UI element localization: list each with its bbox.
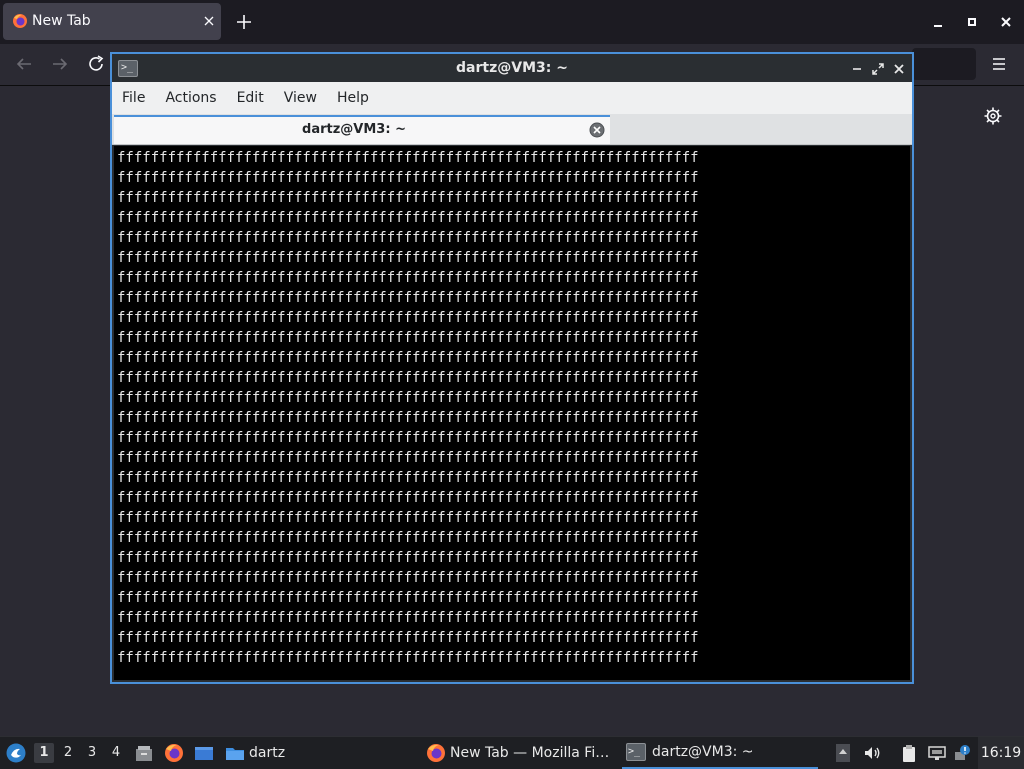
terminal-line: ffffffffffffffffffffffffffffffffffffffff… <box>117 450 699 466</box>
close-tab-icon[interactable] <box>200 12 218 30</box>
start-menu-icon[interactable] <box>5 737 27 769</box>
terminal-line: ffffffffffffffffffffffffffffffffffffffff… <box>117 390 699 406</box>
taskbar-task-terminal[interactable]: >_ dartz@VM3: ~ <box>622 737 818 769</box>
terminal-line: ffffffffffffffffffffffffffffffffffffffff… <box>117 590 699 606</box>
workspace-4[interactable]: 4 <box>106 743 126 763</box>
folder-icon <box>225 743 245 763</box>
terminal-icon: >_ <box>626 743 646 761</box>
firefox-launcher-icon[interactable] <box>164 737 184 769</box>
menu-file[interactable]: File <box>112 82 155 114</box>
terminal-line: ffffffffffffffffffffffffffffffffffffffff… <box>117 650 699 666</box>
taskbar-folder-dartz[interactable]: dartz <box>225 737 285 769</box>
file-manager-icon[interactable] <box>134 737 154 769</box>
terminal-line: ffffffffffffffffffffffffffffffffffffffff… <box>117 270 699 286</box>
terminal-minimize-icon[interactable] <box>850 61 864 75</box>
close-tab-icon[interactable] <box>589 122 605 138</box>
menu-actions[interactable]: Actions <box>155 82 226 114</box>
terminal-line: ffffffffffffffffffffffffffffffffffffffff… <box>117 170 699 186</box>
terminal-line: ffffffffffffffffffffffffffffffffffffffff… <box>117 610 699 626</box>
network-icon[interactable] <box>927 737 947 769</box>
gear-icon[interactable] <box>982 105 1004 127</box>
terminal-tab[interactable]: dartz@VM3: ~ <box>114 115 610 144</box>
tab-title: New Tab <box>32 13 91 29</box>
terminal-window: >_ dartz@VM3: ~ File Actions Edit View H… <box>110 52 914 684</box>
terminal-line: ffffffffffffffffffffffffffffffffffffffff… <box>117 290 699 306</box>
show-desktop-icon[interactable] <box>193 737 215 769</box>
terminal-line: ffffffffffffffffffffffffffffffffffffffff… <box>117 230 699 246</box>
close-window-icon[interactable] <box>996 12 1016 32</box>
terminal-tab-label: dartz@VM3: ~ <box>302 122 406 137</box>
workspace-1[interactable]: 1 <box>34 743 54 763</box>
volume-icon[interactable] <box>862 737 882 769</box>
firefox-icon <box>12 13 28 33</box>
workspace-3[interactable]: 3 <box>82 743 102 763</box>
new-tab-plus-icon[interactable] <box>233 11 255 33</box>
clock[interactable]: 16:19 <box>978 737 1024 769</box>
update-notifier-icon[interactable] <box>953 737 973 769</box>
terminal-line: ffffffffffffffffffffffffffffffffffffffff… <box>117 510 699 526</box>
back-arrow-icon[interactable] <box>13 53 35 75</box>
terminal-line: ffffffffffffffffffffffffffffffffffffffff… <box>117 570 699 586</box>
firefox-icon <box>426 743 446 763</box>
terminal-line: ffffffffffffffffffffffffffffffffffffffff… <box>117 150 699 166</box>
terminal-line: ffffffffffffffffffffffffffffffffffffffff… <box>117 430 699 446</box>
terminal-line: ffffffffffffffffffffffffffffffffffffffff… <box>117 490 699 506</box>
hamburger-menu-icon[interactable] <box>988 53 1010 75</box>
terminal-line: ffffffffffffffffffffffffffffffffffffffff… <box>117 310 699 326</box>
reload-icon[interactable] <box>85 53 107 75</box>
terminal-line: ffffffffffffffffffffffffffffffffffffffff… <box>117 330 699 346</box>
minimize-icon[interactable] <box>928 12 948 32</box>
maximize-icon[interactable] <box>962 12 982 32</box>
terminal-line: ffffffffffffffffffffffffffffffffffffffff… <box>117 210 699 226</box>
folder-label: dartz <box>249 745 286 761</box>
terminal-line: ffffffffffffffffffffffffffffffffffffffff… <box>117 410 699 426</box>
tab-new-tab[interactable]: New Tab <box>3 3 221 40</box>
menu-view[interactable]: View <box>274 82 327 114</box>
terminal-titlebar[interactable]: >_ dartz@VM3: ~ <box>112 54 912 82</box>
taskbar-task-firefox[interactable]: New Tab — Mozilla Fi… <box>426 737 609 769</box>
terminal-output[interactable]: ffffffffffffffffffffffffffffffffffffffff… <box>114 146 910 680</box>
tray-scroll-up-icon[interactable] <box>835 737 851 769</box>
terminal-tab-strip: dartz@VM3: ~ <box>112 114 912 145</box>
terminal-line: ffffffffffffffffffffffffffffffffffffffff… <box>117 530 699 546</box>
terminal-task-label: dartz@VM3: ~ <box>652 744 754 760</box>
menu-help[interactable]: Help <box>327 82 379 114</box>
menu-edit[interactable]: Edit <box>227 82 274 114</box>
terminal-title: dartz@VM3: ~ <box>456 60 568 76</box>
terminal-text: ffffffffffffffffffffffffffffffffffffffff… <box>117 148 699 668</box>
terminal-line: ffffffffffffffffffffffffffffffffffffffff… <box>117 350 699 366</box>
terminal-line: ffffffffffffffffffffffffffffffffffffffff… <box>117 190 699 206</box>
terminal-restore-icon[interactable] <box>871 61 885 75</box>
terminal-line: ffffffffffffffffffffffffffffffffffffffff… <box>117 550 699 566</box>
terminal-line: ffffffffffffffffffffffffffffffffffffffff… <box>117 370 699 386</box>
terminal-close-icon[interactable] <box>892 61 906 75</box>
terminal-menubar: File Actions Edit View Help <box>112 82 912 114</box>
workspace-2[interactable]: 2 <box>58 743 78 763</box>
url-bar[interactable] <box>912 48 976 80</box>
terminal-line: ffffffffffffffffffffffffffffffffffffffff… <box>117 630 699 646</box>
terminal-line: ffffffffffffffffffffffffffffffffffffffff… <box>117 470 699 486</box>
browser-tab-strip: New Tab <box>0 0 1024 44</box>
terminal-line: ffffffffffffffffffffffffffffffffffffffff… <box>117 250 699 266</box>
forward-arrow-icon[interactable] <box>49 53 71 75</box>
firefox-task-label: New Tab — Mozilla Fi… <box>450 745 610 761</box>
taskbar: 1 2 3 4 dartz New Tab — Mozilla Fi… >_ d… <box>0 736 1024 769</box>
clipboard-icon[interactable] <box>899 737 919 769</box>
